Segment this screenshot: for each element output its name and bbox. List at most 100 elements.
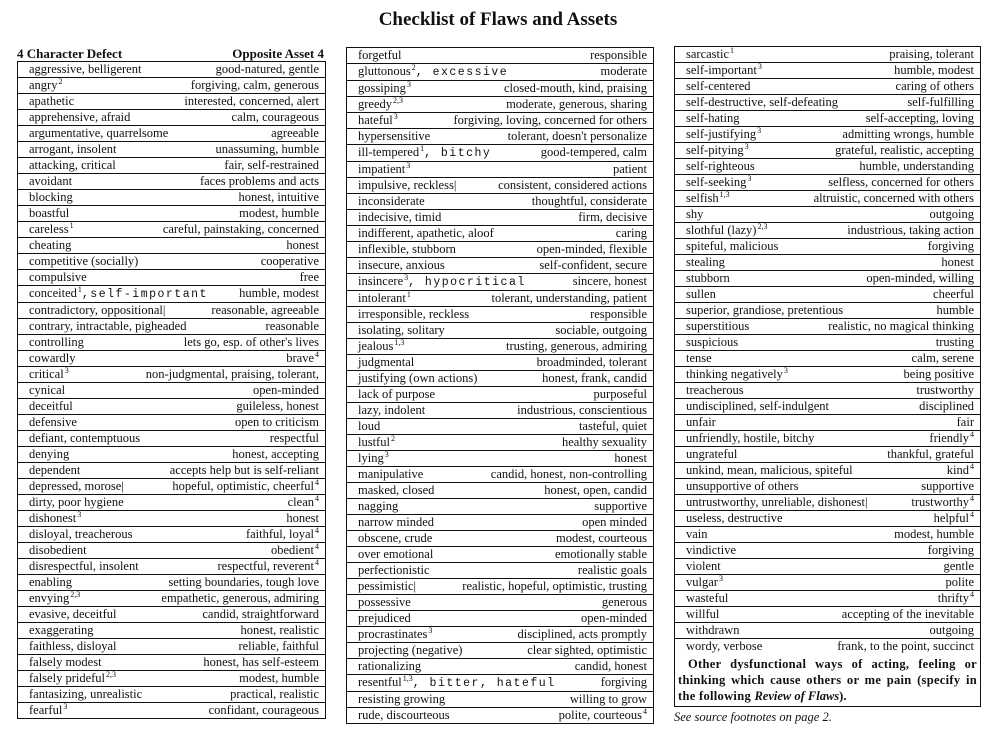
asset-text: cooperative	[261, 254, 319, 269]
defect-text: cowardly	[29, 351, 76, 366]
table-row: lazy, indolent industrious, conscientious	[346, 402, 654, 419]
row-content: resentful1,3, bitter, hateful forgiving	[358, 674, 647, 691]
defect-text: unfriendly, hostile, bitchy	[686, 431, 814, 446]
defect-text: self-hating	[686, 111, 739, 126]
asset-text: non-judgmental, praising, tolerant,	[146, 367, 319, 382]
table-row: gluttonous2, excessive moderate	[346, 63, 654, 81]
table-row: unfriendly, hostile, bitchy friendly4	[674, 430, 981, 447]
asset-text: being positive	[904, 367, 974, 382]
table-row: superstitious realistic, no magical think…	[674, 318, 981, 335]
table-row: unsupportive of others supportive	[674, 478, 981, 495]
table-row: blocking honest, intuitive	[17, 189, 326, 206]
defect-label: treacherous	[686, 383, 744, 397]
row-content: indecisive, timid firm, decisive	[358, 210, 647, 225]
row-cell: apprehensive, afraid calm, courageous	[17, 109, 326, 126]
table-row: faithless, disloyal reliable, faithful	[17, 638, 326, 655]
defect-label: perfectionistic	[358, 563, 430, 577]
row-content: obscene, crude modest, courteous	[358, 531, 647, 546]
defect-label: vulgar	[686, 575, 718, 589]
defect-label: violent	[686, 559, 721, 573]
table-row: fearful3 confidant, courageous	[17, 702, 326, 719]
row-cell: shy outgoing	[674, 206, 981, 223]
footnote-marker: 4	[315, 477, 319, 487]
asset-label: setting boundaries, tough love	[168, 575, 319, 589]
asset-text: trusting	[936, 335, 974, 350]
defect-label: tense	[686, 351, 712, 365]
row-cell: conceited1,self-important humble, modest	[17, 285, 326, 303]
row-cell: sarcastic1 praising, tolerant	[675, 46, 981, 63]
asset-label: non-judgmental, praising, tolerant,	[145, 367, 319, 381]
flaws-table-3: sarcastic1 praising, tolerant self-importa…	[674, 46, 981, 707]
row-content: blocking honest, intuitive	[29, 190, 319, 205]
table-row: stealing honest	[674, 254, 981, 271]
defect-text: apathetic	[29, 94, 74, 109]
row-cell: unfair fair	[674, 414, 981, 431]
defect-label: cynical	[29, 383, 66, 397]
defect-extra: , hypocritical	[408, 276, 526, 289]
asset-text: admitting wrongs, humble	[842, 127, 974, 142]
asset-text: self-accepting, loving	[866, 111, 974, 126]
row-content: disobedient obedient4	[29, 542, 319, 558]
defect-label: sullen	[686, 287, 716, 301]
table-row: self-important3 humble, modest	[674, 62, 981, 79]
table-row: manipulative candid, honest, non-controll…	[346, 466, 654, 483]
defect-text: falsely modest	[29, 655, 102, 670]
row-content: hateful3 forgiving, loving, concerned for…	[358, 112, 647, 128]
table-row: disloyal, treacherous faithful, loyal4	[17, 526, 326, 543]
asset-label: open-minded, willing	[866, 271, 974, 285]
asset-text: thrifty4	[938, 590, 974, 606]
defect-text: willful	[686, 607, 719, 622]
row-cell: inflexible, stubborn open-minded, flexibl…	[346, 241, 654, 258]
table-row: possessive generous	[346, 594, 654, 611]
defect-text: superstitious	[686, 319, 749, 334]
asset-text: honest, open, candid	[544, 483, 647, 498]
asset-label: tasteful, quiet	[578, 419, 647, 433]
defect-text: rationalizing	[358, 659, 421, 674]
asset-text: moderate	[600, 64, 647, 80]
row-content: manipulative candid, honest, non-controll…	[358, 467, 647, 482]
row-content: inconsiderate thoughtful, considerate	[358, 194, 647, 209]
asset-text: realistic, hopeful, optimistic, trusting	[462, 579, 647, 594]
row-cell: defensive open to criticism	[17, 414, 326, 431]
table-row: fantasizing, unrealistic practical, reali…	[17, 686, 326, 703]
defect-label: dirty, poor hygiene	[29, 495, 124, 509]
asset-label: industrious, taking action	[847, 223, 974, 237]
defect-label: willful	[686, 607, 720, 621]
row-cell: indecisive, timid firm, decisive	[346, 209, 654, 226]
defect-text: ill-tempered1, bitchy	[358, 144, 491, 161]
defect-text: inflexible, stubborn	[358, 242, 456, 257]
defect-text: wasteful	[686, 591, 728, 606]
row-cell: lustful2 healthy sexuality	[346, 434, 654, 451]
asset-label: reliable, faithful	[238, 639, 319, 653]
defect-text: superior, grandiose, pretentious	[686, 303, 843, 318]
row-cell: isolating, solitary sociable, outgoing	[346, 322, 654, 339]
asset-label: faithful, loyal	[245, 527, 314, 541]
asset-label: open minded	[582, 515, 647, 529]
asset-label: practical, realistic	[230, 687, 319, 701]
table-row: undisciplined, self-indulgent disciplined	[674, 398, 981, 415]
asset-label: gentle	[943, 559, 974, 573]
defect-text: envying2,3	[29, 590, 80, 606]
asset-text: practical, realistic	[230, 687, 319, 702]
defect-text: resentful1,3, bitter, hateful	[358, 674, 556, 691]
asset-label: respectful, reverent	[217, 559, 314, 573]
defect-label: arrogant, insolent	[29, 142, 117, 156]
asset-label: honest, open, candid	[544, 483, 647, 497]
row-cell: hypersensitive tolerant, doesn't personal…	[346, 128, 654, 145]
footnote-marker: 3	[744, 141, 749, 151]
flaws-table-2: forgetful responsible gluttonous2, excessi…	[346, 47, 654, 724]
asset-text: emotionally stable	[555, 547, 647, 562]
defect-text: intolerant1	[358, 290, 411, 306]
asset-label: obedient	[270, 543, 314, 557]
asset-label: free	[299, 270, 319, 284]
row-content: arrogant, insolent unassuming, humble	[29, 142, 319, 157]
defect-text: judgmental	[358, 355, 414, 370]
defect-text: suspicious	[686, 335, 738, 350]
asset-label: disciplined, acts promptly	[517, 627, 648, 641]
row-cell: masked, closed honest, open, candid	[346, 482, 654, 499]
asset-text: honest	[614, 451, 647, 466]
row-cell: selfish1,3 altruistic, concerned with oth…	[674, 190, 981, 207]
table-row: arrogant, insolent unassuming, humble	[17, 141, 326, 158]
row-content: justifying (own actions) honest, frank, c…	[358, 371, 647, 386]
asset-label: outgoing	[929, 207, 974, 221]
